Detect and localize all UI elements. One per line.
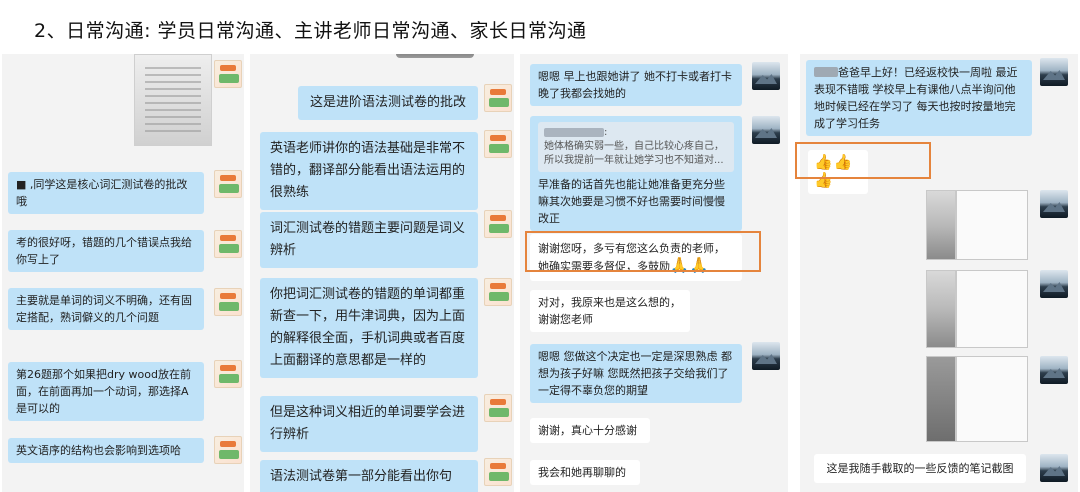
page-title: 2、日常沟通: 学员日常沟通、主讲老师日常沟通、家长日常沟通 (34, 20, 587, 42)
note-screenshot (926, 270, 956, 348)
chat-bubble: 但是这种词义相近的单词要学会进行辨析 (260, 396, 478, 452)
avatar (484, 278, 512, 306)
chat-bubble: 对对，我原来也是这么想的，谢谢您老师 (530, 290, 690, 332)
chat-bubble: 嗯嗯 早上也跟她讲了 她不打卡或者打卡晚了我都会找她的 (530, 64, 742, 106)
note-screenshot (926, 356, 956, 442)
highlight-box (795, 142, 931, 179)
message-text: 考的很好呀，错题的几个错误点我给你写上了 (16, 236, 192, 266)
avatar (752, 116, 780, 144)
message-text: ■ ,同学这是核心词汇测试卷的批改哦 (16, 178, 188, 208)
chat-panel-student: ■ ,同学这是核心词汇测试卷的批改哦 考的很好呀，错题的几个错误点我给你写上了 … (2, 54, 244, 492)
chat-bubble: 这是我随手截取的一些反馈的笔记截图 (814, 454, 1026, 483)
avatar (214, 360, 242, 388)
note-screenshot (956, 190, 1028, 260)
chat-bubble: 你把词汇测试卷的错题的单词都重新查一下，用牛津词典，因为上面的解释很全面，手机词… (260, 278, 478, 378)
message-text: 英文语序的结构也会影响到选项哈 (16, 444, 181, 457)
note-screenshot (956, 270, 1028, 348)
message-text: 这是进阶语法测试卷的批改 (309, 95, 466, 110)
message-text: 词汇测试卷的错题主要问题是词义辨析 (270, 221, 466, 258)
message-text: 第26题那个如果把dry wood放在前面，在前面再加一个动词，那选择A是可以的 (16, 368, 191, 415)
avatar (214, 288, 242, 316)
message-text: 爸爸早上好！已经返校快一周啦 最近表现不错哦 学校早上有课他八点半询问他地时候已… (814, 66, 1018, 130)
quote-text: 她体格确实弱一些，自己比较心疼自己，所以我提前一年就让她学习也不知道对... (544, 141, 724, 166)
message-text: 我会和她再聊聊的 (538, 466, 626, 479)
note-screenshot (926, 190, 956, 260)
message-text: 主要就是单词的词义不明确，还有固定搭配，熟词僻义的几个问题 (16, 294, 192, 324)
avatar (484, 458, 512, 486)
message-text: 英语老师讲你的语法基础是非常不错的，翻译部分能看出语法运用的很熟练 (270, 141, 466, 200)
avatar (1040, 356, 1068, 384)
chat-bubble: : 她体格确实弱一些，自己比较心疼自己，所以我提前一年就让她学习也不知道对...… (530, 116, 742, 231)
message-text: 语法测试卷第一部分能看出你句 (270, 469, 453, 484)
chat-panel-parent: 嗯嗯 早上也跟她讲了 她不打卡或者打卡晚了我都会找她的 : 她体格确实弱一些，自… (520, 54, 788, 492)
avatar (752, 62, 780, 90)
image-preview (396, 54, 474, 58)
test-paper-image (134, 54, 212, 146)
avatar (214, 436, 242, 464)
chat-bubble: 语法测试卷第一部分能看出你句 (260, 460, 478, 492)
blurred-name (814, 67, 838, 77)
avatar (1040, 190, 1068, 218)
avatar (484, 130, 512, 158)
chat-bubble: 谢谢，真心十分感谢 (530, 418, 650, 443)
avatar (1040, 270, 1068, 298)
chat-bubble: ■ ,同学这是核心词汇测试卷的批改哦 (8, 172, 204, 214)
quoted-message: : 她体格确实弱一些，自己比较心疼自己，所以我提前一年就让她学习也不知道对... (538, 122, 734, 172)
avatar (1040, 58, 1068, 86)
chat-bubble: 这是进阶语法测试卷的批改 (298, 86, 478, 120)
chat-bubble: 嗯嗯 您做这个决定也一定是深思熟虑 都想为孩子好嘛 您既然把孩子交给我们了一定得… (530, 344, 742, 403)
chat-bubble: 英文语序的结构也会影响到选项哈 (8, 438, 204, 463)
chat-bubble: 考的很好呀，错题的几个错误点我给你写上了 (8, 230, 204, 272)
chat-bubble: 主要就是单词的词义不明确，还有固定搭配，熟词僻义的几个问题 (8, 288, 204, 330)
note-screenshot (956, 356, 1028, 442)
avatar (214, 230, 242, 258)
chat-bubble: 词汇测试卷的错题主要问题是词义辨析 (260, 212, 478, 268)
message-text: 这是我随手截取的一些反馈的笔记截图 (826, 462, 1014, 475)
message-text: 早准备的话首先也能让她准备更充分些嘛其次她要是习惯不好也需要时间慢慢改正 (538, 178, 725, 225)
chat-bubble: 第26题那个如果把dry wood放在前面，在前面再加一个动词，那选择A是可以的 (8, 362, 204, 421)
chat-panel-feedback: 爸爸早上好！已经返校快一周啦 最近表现不错哦 学校早上有课他八点半询问他地时候已… (800, 54, 1078, 492)
avatar (752, 342, 780, 370)
avatar (484, 210, 512, 238)
message-text: 谢谢，真心十分感谢 (538, 424, 637, 437)
message-text: 对对，我原来也是这么想的，谢谢您老师 (538, 296, 681, 326)
chat-panel-teacher: 这是进阶语法测试卷的批改 英语老师讲你的语法基础是非常不错的，翻译部分能看出语法… (250, 54, 514, 492)
avatar (1040, 454, 1068, 482)
avatar (484, 84, 512, 112)
avatar (484, 394, 512, 422)
chat-bubble: 我会和她再聊聊的 (530, 460, 640, 485)
blurred-name (544, 127, 604, 137)
message-text: 你把词汇测试卷的错题的单词都重新查一下，用牛津词典，因为上面的解释很全面，手机词… (270, 287, 466, 368)
message-text: 但是这种词义相近的单词要学会进行辨析 (270, 405, 466, 442)
highlight-box (525, 231, 761, 272)
message-text: 嗯嗯 早上也跟她讲了 她不打卡或者打卡晚了我都会找她的 (538, 70, 732, 100)
chat-bubble: 英语老师讲你的语法基础是非常不错的，翻译部分能看出语法运用的很熟练 (260, 132, 478, 210)
message-text: 嗯嗯 您做这个决定也一定是深思熟虑 都想为孩子好嘛 您既然把孩子交给我们了一定得… (538, 350, 732, 397)
avatar (214, 60, 242, 88)
chat-bubble: 爸爸早上好！已经返校快一周啦 最近表现不错哦 学校早上有课他八点半询问他地时候已… (806, 60, 1032, 136)
quote-suffix: : (604, 127, 608, 138)
avatar (214, 170, 242, 198)
